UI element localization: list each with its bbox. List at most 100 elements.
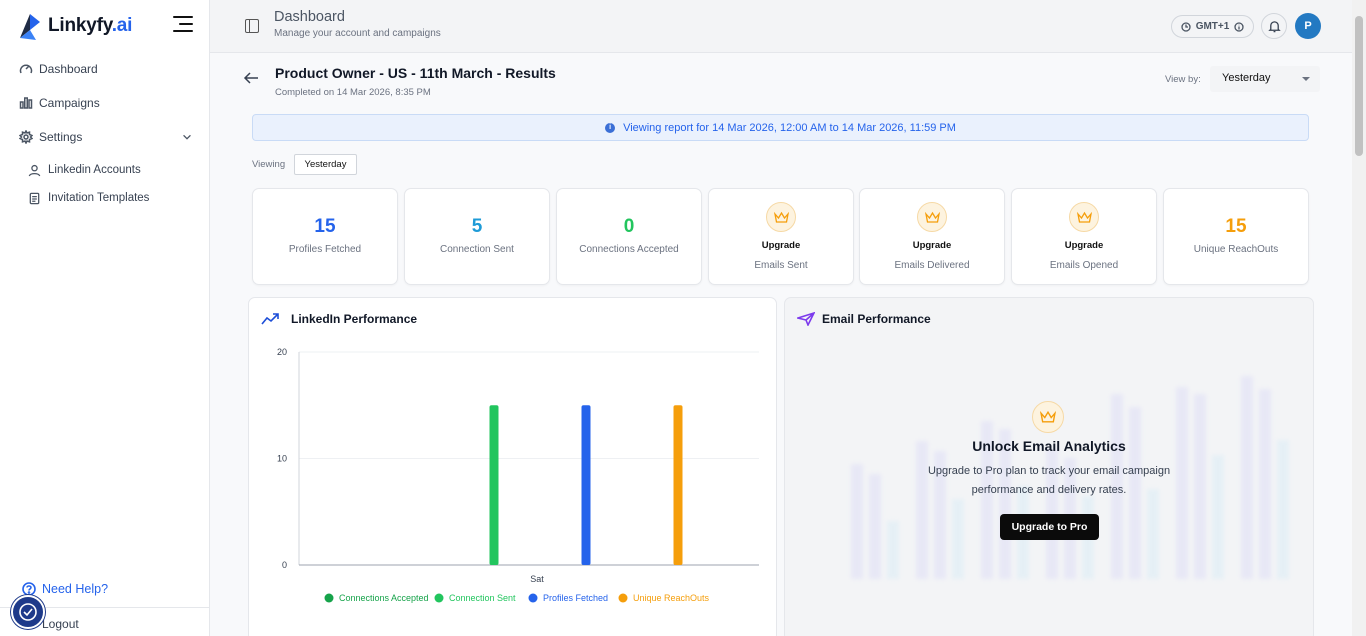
sidebar-item-settings[interactable]: Settings <box>0 126 209 148</box>
stat-value: 0 <box>623 216 635 237</box>
legend-label: Connection Sent <box>449 593 516 603</box>
sidebar-item-campaigns[interactable]: Campaigns <box>0 92 209 114</box>
question-icon <box>22 582 36 596</box>
arrow-left-icon <box>243 72 258 84</box>
need-help-label: Need Help? <box>42 582 109 596</box>
crown-icon <box>1032 401 1064 433</box>
legend-swatch <box>618 593 628 603</box>
view-by-label: View by: <box>1165 74 1201 85</box>
stat-label: Profiles Fetched <box>288 244 362 255</box>
crown-icon <box>1069 202 1099 232</box>
bar-profiles-fetched <box>581 405 591 565</box>
page-title: Product Owner - US - 11th March - Result… <box>275 65 556 81</box>
legend-swatch <box>434 593 444 603</box>
legend-label: Unique ReachOuts <box>633 593 710 603</box>
unlock-description: Upgrade to Pro plan to track your email … <box>927 465 1171 496</box>
y-tick-label: 20 <box>277 347 287 357</box>
scroll-thumb[interactable] <box>1355 16 1363 156</box>
stat-card-profiles-fetched: 15 Profiles Fetched <box>252 188 398 285</box>
chevron-down-icon[interactable] <box>181 131 193 143</box>
timezone-badge[interactable]: GMT+1 <box>1171 15 1254 38</box>
user-icon <box>28 164 41 176</box>
upgrade-label: Upgrade <box>761 240 801 251</box>
info-icon: i <box>605 122 616 133</box>
stat-label: Connection Sent <box>440 244 514 255</box>
sidebar-item-label: Invitation Templates <box>48 192 150 204</box>
brand-logo[interactable]: Linkyfy.ai <box>16 10 132 42</box>
logout-button[interactable]: Logout <box>42 617 79 631</box>
bell-icon <box>1267 20 1281 32</box>
upgrade-to-pro-button[interactable]: Upgrade to Pro <box>1000 514 1099 540</box>
unlock-title: Unlock Email Analytics <box>972 438 1126 454</box>
linkedin-performance-card: LinkedIn Performance 0 10 20 Sat Connections… <box>248 297 777 636</box>
linkedin-chart: 0 10 20 Sat Connections Accepted Connection S… <box>277 347 759 603</box>
stat-label: Unique ReachOuts <box>1193 244 1279 255</box>
avatar[interactable]: P <box>1295 13 1321 39</box>
banner-text: Viewing report for 14 Mar 2026, 12:00 AM… <box>623 121 956 134</box>
legend-swatch <box>528 593 538 603</box>
top-header: Dashboard Manage your account and campai… <box>210 0 1352 53</box>
upgrade-label: Upgrade <box>912 240 952 251</box>
stat-label: Emails Opened <box>1049 260 1119 271</box>
sidebar-item-linkedin-accounts[interactable]: Linkedin Accounts <box>0 160 209 180</box>
legend-label: Profiles Fetched <box>543 593 608 603</box>
sidebar: Linkyfy.ai Dashboard Campaigns Settings … <box>0 0 210 636</box>
sidebar-item-label: Campaigns <box>39 96 100 110</box>
legend-swatch <box>324 593 334 603</box>
stat-card-connection-sent: 5 Connection Sent <box>404 188 550 285</box>
view-by-select[interactable]: Yesterday <box>1210 66 1320 92</box>
dashboard-icon <box>19 64 33 74</box>
stat-card-emails-delivered[interactable]: Upgrade Emails Delivered <box>859 188 1005 285</box>
page-scrollbar[interactable] <box>1352 0 1366 636</box>
crown-icon <box>766 202 796 232</box>
accessibility-button[interactable] <box>11 595 45 629</box>
sidebar-item-dashboard[interactable]: Dashboard <box>0 58 209 80</box>
sidebar-item-label: Dashboard <box>39 62 98 76</box>
caret-down-icon <box>1302 77 1310 81</box>
stat-label: Emails Delivered <box>894 260 970 271</box>
bar-connection-sent <box>489 405 499 565</box>
view-by-value: Yesterday <box>1222 72 1271 84</box>
stat-label: Connections Accepted <box>579 244 679 255</box>
accessibility-icon <box>19 603 37 621</box>
legend-label: Connections Accepted <box>339 593 429 603</box>
sidebar-item-label: Linkedin Accounts <box>48 164 141 176</box>
crown-icon <box>917 202 947 232</box>
stat-card-connections-accepted: 0 Connections Accepted <box>556 188 702 285</box>
viewing-chip: Yesterday <box>294 154 357 175</box>
x-tick-label: Sat <box>530 574 544 584</box>
back-button[interactable] <box>243 71 259 85</box>
stat-value: 15 <box>1225 216 1247 237</box>
document-icon <box>29 192 40 204</box>
sidebar-nav: Dashboard Campaigns Settings Linkedin Ac… <box>0 58 209 216</box>
sidebar-panel-icon[interactable] <box>245 19 259 33</box>
y-tick-label: 10 <box>277 454 287 464</box>
logo-icon <box>20 14 40 40</box>
menu-toggle-button[interactable] <box>173 16 193 32</box>
need-help-link[interactable]: Need Help? <box>22 582 108 596</box>
sidebar-item-label: Settings <box>39 130 83 144</box>
stat-card-emails-opened[interactable]: Upgrade Emails Opened <box>1011 188 1157 285</box>
y-tick-label: 0 <box>282 560 287 570</box>
email-performance-card: Email Performance Unlock Email Analytics… <box>784 297 1314 636</box>
bar-chart-icon <box>19 97 33 109</box>
viewing-label: Viewing <box>252 159 286 170</box>
stat-card-emails-sent[interactable]: Upgrade Emails Sent <box>708 188 854 285</box>
completed-date: Completed on 14 Mar 2026, 8:35 PM <box>275 87 431 98</box>
stat-value: 15 <box>314 216 336 237</box>
stat-label: Emails Sent <box>754 260 808 271</box>
bar-unique-reachouts <box>673 405 683 565</box>
brand-name: Linkyfy.ai <box>48 15 133 36</box>
sidebar-item-invitation-templates[interactable]: Invitation Templates <box>0 188 209 208</box>
header-subtitle: Manage your account and campaigns <box>274 28 441 39</box>
stat-value: 5 <box>471 216 483 237</box>
gear-icon <box>19 130 33 144</box>
timezone-label: GMT+1 <box>1195 21 1230 32</box>
upgrade-label: Upgrade <box>1064 240 1104 251</box>
notification-button[interactable] <box>1261 13 1287 39</box>
info-icon <box>1234 21 1244 32</box>
clock-icon <box>1181 21 1191 32</box>
report-range-banner: i Viewing report for 14 Mar 2026, 12:00 … <box>252 114 1309 141</box>
header-title: Dashboard <box>274 9 345 25</box>
stat-card-unique-reachouts: 15 Unique ReachOuts <box>1163 188 1309 285</box>
